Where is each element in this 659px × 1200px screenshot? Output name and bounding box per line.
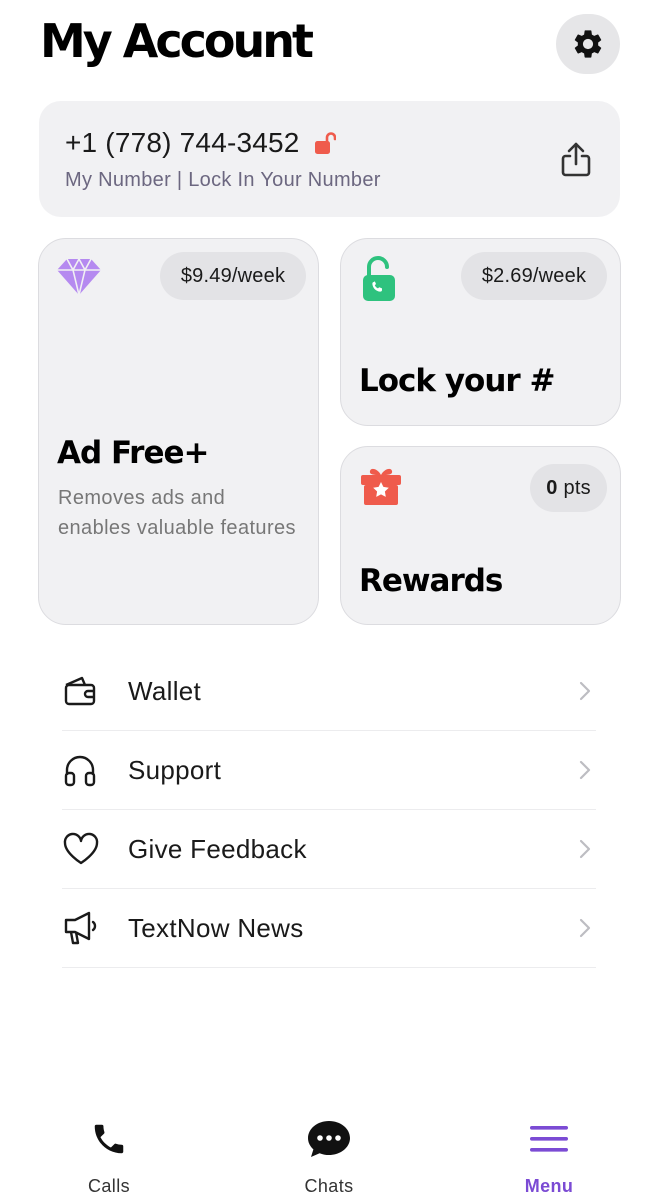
menu-item-label: Give Feedback	[128, 833, 307, 864]
chevron-right-icon	[579, 760, 591, 780]
menu-item-textnow-news[interactable]: TextNow News	[62, 889, 596, 968]
gift-icon	[359, 463, 403, 507]
chevron-right-icon	[579, 918, 591, 938]
rewards-points: 0 pts	[530, 464, 607, 512]
share-button[interactable]	[557, 139, 595, 181]
ad-free-price: $9.49/week	[160, 252, 306, 300]
rewards-points-value: 0	[546, 476, 558, 499]
phone-row: +1 (778) 744-3452	[65, 127, 336, 159]
nav-label: Menu	[524, 1176, 574, 1196]
chevron-right-icon	[579, 681, 591, 701]
ad-free-tile[interactable]: $9.49/week Ad Free+ Removes ads and enab…	[38, 238, 319, 625]
megaphone-icon	[62, 906, 106, 950]
menu-item-support[interactable]: Support	[62, 731, 596, 810]
nav-chats[interactable]: Chats	[269, 1116, 389, 1200]
rewards-title: Rewards	[359, 563, 503, 599]
ad-free-description: Removes ads and enables valuable feature…	[58, 487, 296, 539]
settings-button[interactable]	[556, 14, 620, 74]
menu-item-give-feedback[interactable]: Give Feedback	[62, 810, 596, 889]
lock-number-tile[interactable]: $2.69/week Lock your #	[340, 238, 621, 426]
ad-free-title: Ad Free+	[57, 435, 209, 471]
menu-item-label: Support	[128, 754, 222, 785]
nav-calls[interactable]: Calls	[49, 1116, 169, 1200]
hamburger-menu-icon	[525, 1116, 573, 1162]
phone-number: +1 (778) 744-3452	[65, 127, 300, 158]
my-number-card[interactable]: +1 (778) 744-3452 My Number | Lock In Yo…	[39, 101, 620, 217]
page-title: My Account	[40, 14, 314, 68]
phone-icon	[85, 1116, 133, 1162]
wallet-icon	[62, 669, 106, 713]
chat-bubble-icon	[305, 1116, 353, 1162]
number-subtitle: My Number | Lock In Your Number	[65, 169, 381, 191]
nav-label: Calls	[87, 1176, 130, 1196]
lock-number-title: Lock your #	[359, 363, 555, 399]
rewards-tile[interactable]: 0 pts Rewards	[340, 446, 621, 625]
unlocked-padlock-icon	[314, 131, 336, 155]
diamond-icon	[55, 257, 103, 297]
nav-menu[interactable]: Menu	[489, 1116, 609, 1200]
share-icon	[561, 142, 591, 177]
nav-label: Chats	[304, 1176, 354, 1196]
menu-item-label: Wallet	[128, 675, 202, 706]
headphones-icon	[62, 748, 106, 792]
phone-lock-icon	[361, 255, 397, 303]
header: My Account	[0, 0, 659, 95]
menu-item-label: TextNow News	[128, 912, 304, 943]
gear-icon	[574, 30, 602, 58]
heart-icon	[62, 827, 106, 871]
lock-number-price: $2.69/week	[461, 252, 607, 300]
bottom-nav: Calls Chats Menu	[0, 1100, 659, 1200]
menu-item-wallet[interactable]: Wallet	[62, 652, 596, 731]
rewards-points-unit: pts	[563, 476, 591, 499]
menu-list: Wallet Support Give Feedback TextNow New…	[62, 652, 596, 968]
chevron-right-icon	[579, 839, 591, 859]
